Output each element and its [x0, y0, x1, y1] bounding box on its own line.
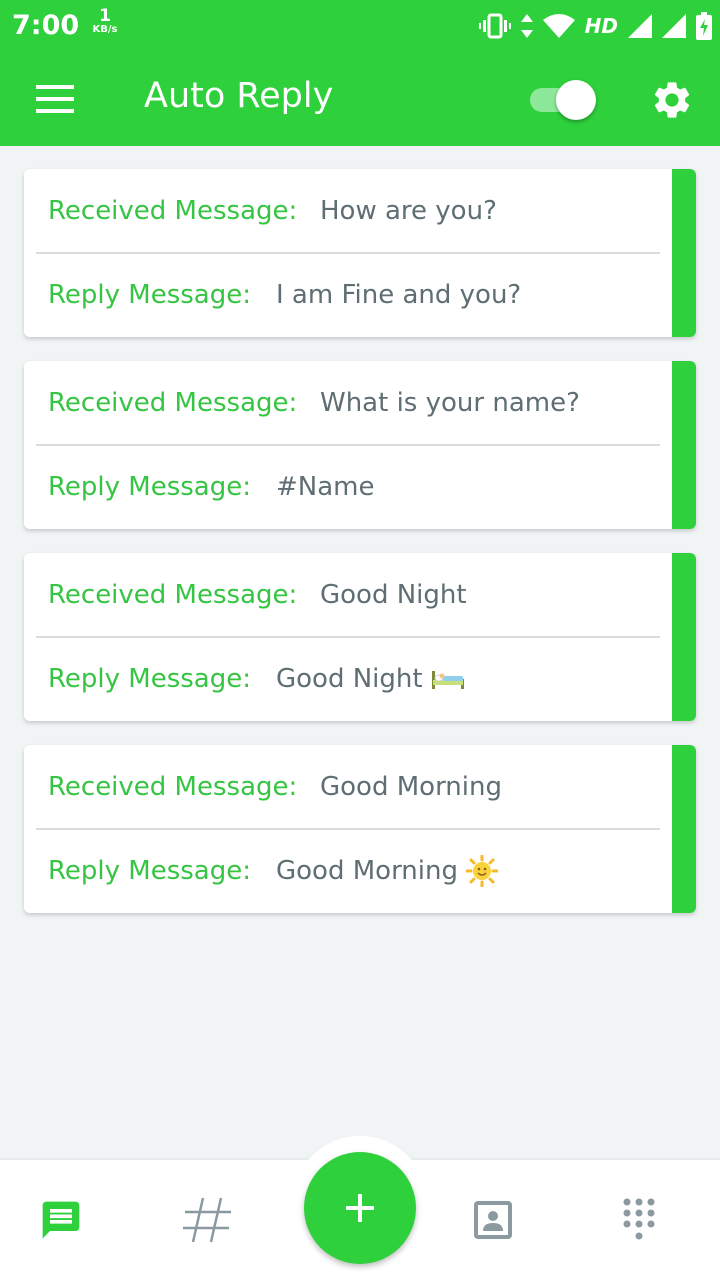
- menu-icon[interactable]: [34, 82, 78, 116]
- network-speed: 1 KB/s: [88, 8, 122, 35]
- received-row: Received Message: What is your name?: [48, 361, 656, 445]
- nav-dialpad[interactable]: [578, 1160, 700, 1280]
- card-accent: [672, 361, 696, 529]
- messages-icon: [42, 1201, 80, 1239]
- nav-hashtag[interactable]: [146, 1160, 268, 1280]
- contact-icon: [474, 1201, 512, 1239]
- app-bar: Auto Reply: [0, 52, 720, 146]
- card-accent: [672, 553, 696, 721]
- received-row: Received Message: How are you?: [48, 169, 656, 253]
- card-accent: [672, 169, 696, 337]
- hashtag-icon: [183, 1197, 231, 1243]
- vibrate-icon: [478, 13, 511, 39]
- reply-message-wrap: Good Night: [276, 664, 465, 694]
- network-speed-value: 1: [99, 6, 111, 26]
- nav-contacts[interactable]: [432, 1160, 554, 1280]
- auto-reply-card[interactable]: Received Message: How are you? Reply Mes…: [24, 169, 696, 337]
- reply-message: Good Night: [276, 664, 423, 694]
- signal-icon: [662, 14, 686, 38]
- auto-reply-list: Received Message: How are you? Reply Mes…: [24, 169, 696, 937]
- reply-message: #Name: [276, 472, 375, 502]
- received-label: Received Message:: [48, 580, 298, 610]
- status-bar: 7:00 1 KB/s HD: [0, 0, 720, 52]
- dialpad-icon: [623, 1198, 655, 1240]
- wifi-icon: [542, 14, 575, 38]
- toggle-thumb: [556, 80, 596, 120]
- add-icon: [346, 1194, 374, 1222]
- reply-row: Reply Message: Good Morning: [48, 829, 656, 913]
- received-row: Received Message: Good Night: [48, 553, 656, 637]
- received-label: Received Message:: [48, 388, 298, 418]
- received-message: What is your name?: [320, 388, 580, 418]
- gear-icon[interactable]: [650, 78, 694, 122]
- received-message: Good Morning: [320, 772, 502, 802]
- reply-message: I am Fine and you?: [276, 280, 522, 310]
- auto-reply-card[interactable]: Received Message: Good Night Reply Messa…: [24, 553, 696, 721]
- reply-message-wrap: Good Morning: [276, 855, 498, 887]
- network-type-label: HD: [584, 14, 618, 38]
- status-time: 7:00: [12, 10, 80, 41]
- reply-row: Reply Message: #Name: [48, 445, 656, 529]
- reply-label: Reply Message:: [48, 664, 251, 694]
- reply-label: Reply Message:: [48, 856, 251, 886]
- reply-label: Reply Message:: [48, 472, 251, 502]
- nav-messages[interactable]: [0, 1160, 122, 1280]
- auto-reply-toggle[interactable]: [528, 80, 596, 120]
- battery-charging-icon: [696, 12, 712, 40]
- reply-label: Reply Message:: [48, 280, 251, 310]
- status-icons: HD: [478, 12, 712, 40]
- reply-row: Reply Message: Good Night: [48, 637, 656, 721]
- auto-reply-card[interactable]: Received Message: Good Morning Reply Mes…: [24, 745, 696, 913]
- received-label: Received Message:: [48, 772, 298, 802]
- auto-reply-card[interactable]: Received Message: What is your name? Rep…: [24, 361, 696, 529]
- signal-icon: [628, 14, 652, 38]
- add-reply-button[interactable]: [304, 1152, 416, 1264]
- reply-row: Reply Message: I am Fine and you?: [48, 253, 656, 337]
- page-title: Auto Reply: [144, 76, 334, 116]
- received-message: How are you?: [320, 196, 497, 226]
- sun-emoji-icon: [466, 855, 498, 887]
- bed-emoji-icon: [431, 671, 464, 689]
- reply-message: Good Morning: [276, 856, 458, 886]
- received-row: Received Message: Good Morning: [48, 745, 656, 829]
- received-message: Good Night: [320, 580, 467, 610]
- data-arrows-icon: [520, 14, 533, 38]
- received-label: Received Message:: [48, 196, 298, 226]
- network-speed-unit: KB/s: [92, 24, 118, 35]
- card-accent: [672, 745, 696, 913]
